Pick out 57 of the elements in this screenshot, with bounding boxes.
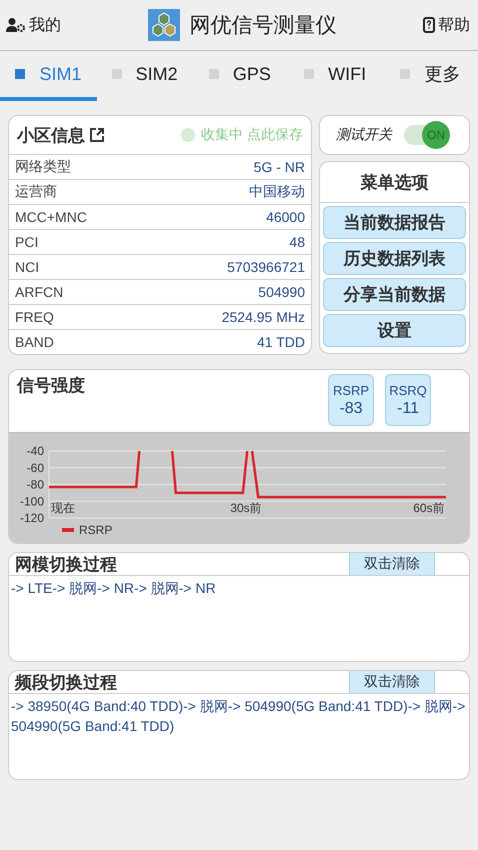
- legend-label: RSRP: [79, 523, 112, 537]
- menu-button[interactable]: 设置: [323, 314, 466, 347]
- menu-button[interactable]: 历史数据列表: [323, 242, 466, 275]
- phone-help-icon: [423, 17, 435, 33]
- external-link-icon[interactable]: [89, 127, 105, 143]
- axis-label: -80: [26, 478, 44, 492]
- field-label: 网络类型: [15, 158, 71, 176]
- field-value: 504990: [258, 284, 305, 300]
- tab[interactable]: WIFI: [288, 51, 383, 101]
- reading-value: -11: [397, 400, 419, 418]
- field-label: ARFCN: [15, 284, 64, 300]
- field-label: BAND: [15, 334, 54, 350]
- field-value: 46000: [266, 209, 305, 225]
- app-title: 网优信号测量仪: [190, 13, 336, 39]
- legend-swatch: [62, 528, 74, 532]
- field-label: PCI: [15, 234, 38, 250]
- help-button[interactable]: 帮助: [421, 12, 472, 38]
- clear-button[interactable]: 双击清除: [349, 671, 435, 693]
- field-label: 运营商: [15, 183, 57, 201]
- axis-label: -120: [20, 511, 44, 525]
- field-value: 5703966721: [227, 259, 305, 275]
- axis-label: -100: [20, 494, 44, 508]
- tab[interactable]: GPS: [192, 51, 288, 101]
- account-button[interactable]: 我的: [4, 12, 63, 38]
- section-title: 信号强度: [17, 375, 85, 397]
- section-title: 网模切换过程: [15, 554, 117, 576]
- app-logo: [148, 9, 180, 41]
- menu-button[interactable]: 当前数据报告: [323, 206, 466, 239]
- field-label: NCI: [15, 259, 40, 275]
- field-label: FREQ: [15, 309, 54, 325]
- section-title: 小区信息: [17, 124, 85, 146]
- field-label: MCC+MNC: [15, 209, 87, 225]
- reading-name: RSRP: [332, 382, 370, 398]
- tab[interactable]: SIM2: [97, 51, 192, 101]
- axis-label: 现在: [51, 501, 75, 515]
- field-value: 41 TDD: [257, 334, 305, 350]
- switch-label: 测试开关: [336, 126, 392, 144]
- section-title: 频段切换过程: [15, 672, 117, 694]
- tab[interactable]: SIM1: [0, 51, 97, 101]
- log-text: -> LTE-> 脱网-> NR-> 脱网-> NR: [10, 579, 217, 598]
- axis-label: -60: [26, 460, 44, 475]
- user-gear-icon: [6, 17, 26, 33]
- field-value: 48: [289, 234, 305, 250]
- status-dot: [181, 128, 196, 142]
- field-value: 2524.95 MHz: [222, 309, 305, 325]
- log-text: -> 38950(4G Band:40 TDD)-> 脱网-> 504990(5G Band:41 TDD)-> 脱网-> 504990(5G Band:41 TDD): [10, 697, 466, 736]
- field-value: 中国移动: [249, 183, 305, 201]
- field-value: 5G - NR: [254, 159, 305, 175]
- reading-name: RSRQ: [389, 382, 427, 398]
- tab[interactable]: 更多: [382, 51, 478, 101]
- menu-button[interactable]: 分享当前数据: [323, 278, 466, 311]
- clear-button[interactable]: 双击清除: [349, 553, 435, 575]
- reading-value: -83: [339, 400, 363, 418]
- axis-label: -40: [26, 444, 44, 458]
- axis-label: 30s前: [230, 501, 262, 515]
- menu-title: 菜单选项: [320, 162, 469, 203]
- axis-label: 60s前: [413, 501, 445, 515]
